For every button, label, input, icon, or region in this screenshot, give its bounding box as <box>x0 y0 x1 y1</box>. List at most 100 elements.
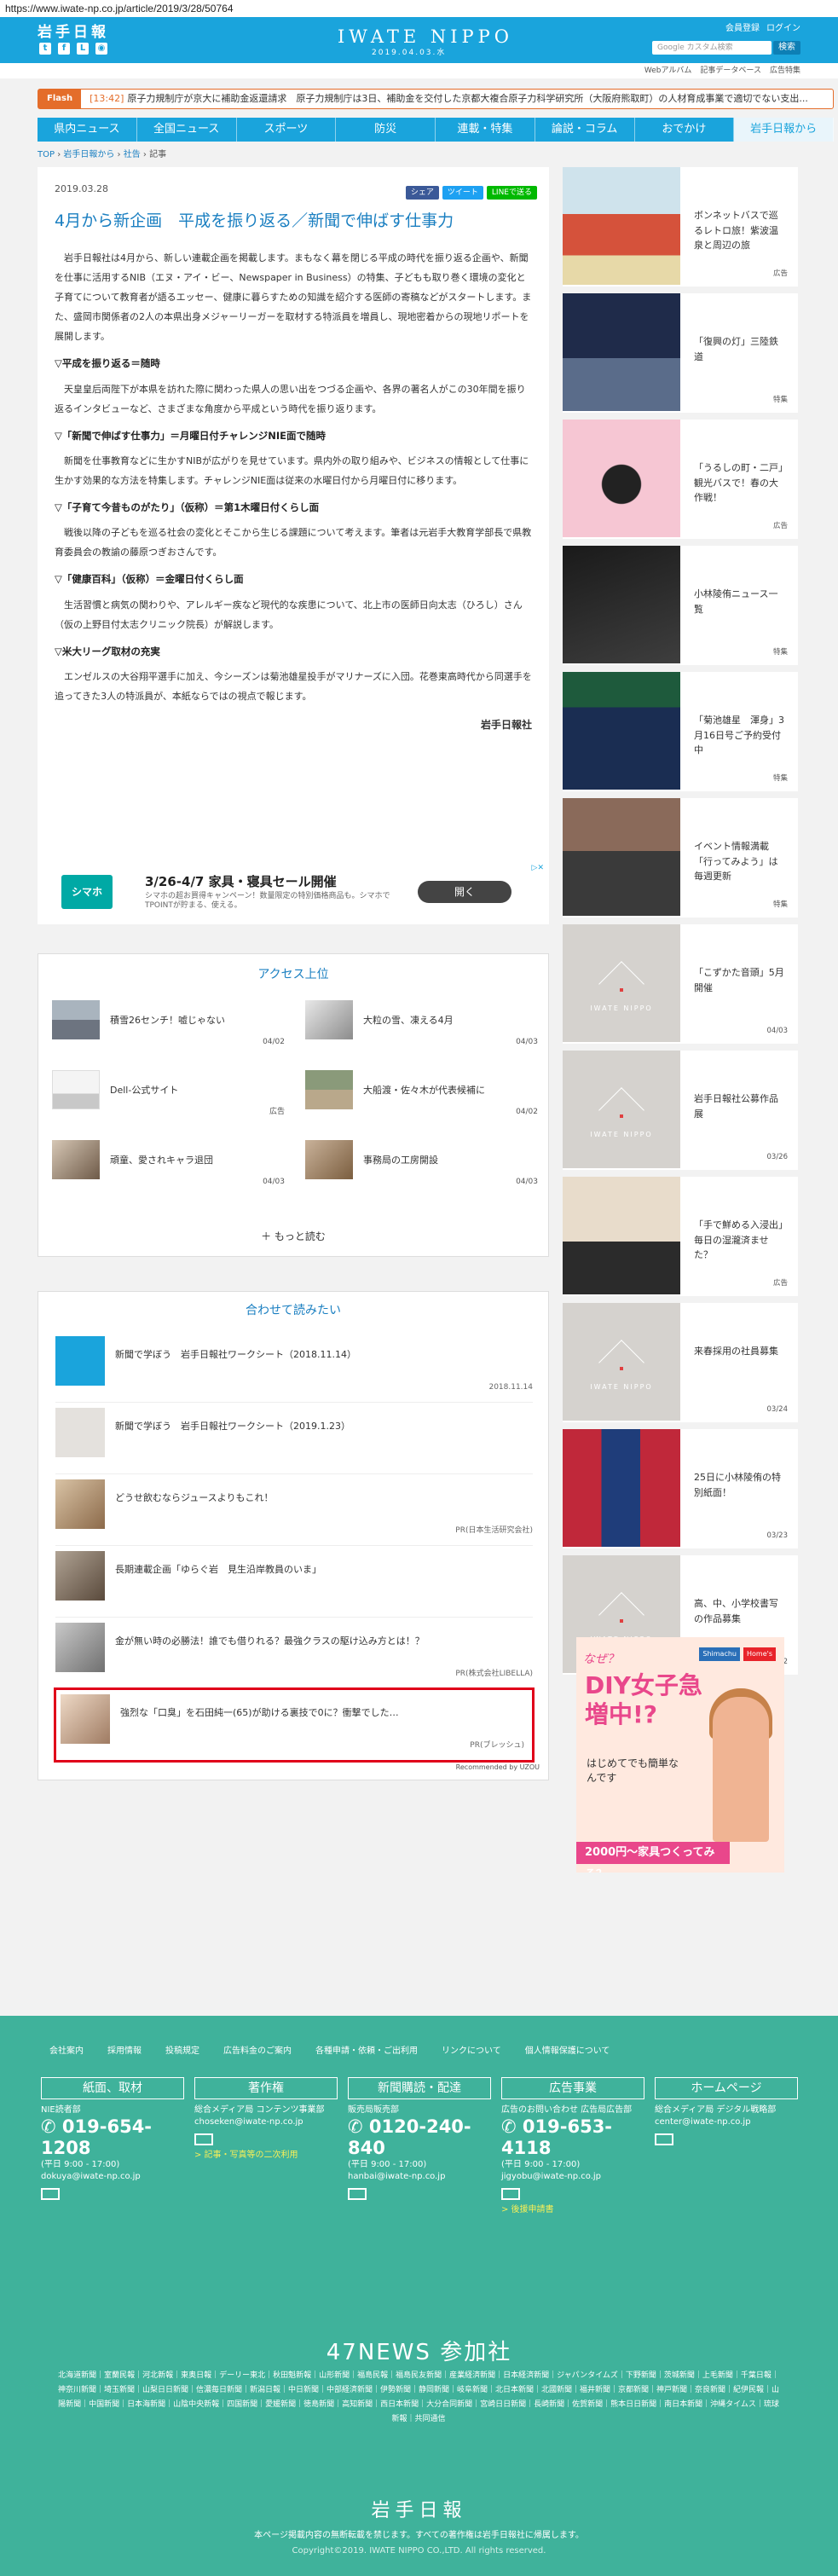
facebook-icon[interactable]: f <box>58 43 70 55</box>
subnav-ad-feature[interactable]: 広告特集 <box>770 66 800 78</box>
sidebar-label[interactable]: 「復興の灯」三陸鉄道 <box>694 334 786 364</box>
ranking-label[interactable]: Dell-公式サイト <box>110 1084 178 1118</box>
ranking-label[interactable]: 大粒の雪、凍える4月 <box>363 1014 454 1048</box>
sidebar-item[interactable]: IWATE NIPPO 岩手日報社公募作品展 03/26 <box>563 1051 798 1170</box>
sidebar-label[interactable]: 「手で鮮める入浸出」毎日の湿瀧済ませた？ <box>694 1218 786 1263</box>
login-link[interactable]: ログイン <box>766 22 800 35</box>
flash-headline[interactable]: 原子力規制庁が京大に補助金返還請求 原子力規制庁は3日、補助金を交付した京都大複… <box>127 93 807 104</box>
ad-headline[interactable]: 3/26-4/7 家具・寝具セール開催 <box>145 872 401 892</box>
ranking-label[interactable]: 積雪26センチ！嘘じゃない <box>110 1014 225 1048</box>
related-item[interactable]: 新聞で学ぼう 岩手日報社ワークシート（2018.11.14） 2018.11.1… <box>55 1331 533 1403</box>
mail-icon[interactable] <box>655 2133 673 2145</box>
subnav-web-album[interactable]: Webアルバム <box>644 66 692 78</box>
breadcrumb-top[interactable]: TOP <box>38 150 55 159</box>
url-bar[interactable]: https://www.iwate-np.co.jp/article/2019/… <box>0 0 838 17</box>
line-share-button[interactable]: LINEで送る <box>486 186 537 200</box>
sidebar-label[interactable]: ボンネットバスで巡るレトロ旅！紫波温泉と周辺の旅 <box>694 208 786 253</box>
nav-column[interactable]: 論説・コラム <box>535 118 635 142</box>
flash-text[interactable]: [13:42] 原子力規制庁が京大に補助金返還請求 原子力規制庁は3日、補助金を交… <box>81 92 823 107</box>
related-item[interactable]: 金が無い時の必勝法！誰でも借りれる？最強クラスの駆け込み方とは！？ PR(株式会… <box>55 1618 533 1689</box>
ranking-item[interactable]: Dell-公式サイト 広告 <box>52 1070 285 1118</box>
footer-link[interactable]: 採用情報 <box>107 2045 142 2058</box>
sidebar-label[interactable]: 「菊池雄星 渾身」3月16日号ご予約受付中 <box>694 713 786 758</box>
twitter-share-button[interactable]: ツイート <box>442 186 483 200</box>
related-item-highlighted[interactable]: 強烈な「口臭」を石田純一(65)が助ける裏技で0に？衝撃でした… PR(ブレッシ… <box>54 1687 535 1763</box>
flash-news-bar[interactable]: Flash [13:42] 原子力規制庁が京大に補助金返還請求 原子力規制庁は3日… <box>38 89 834 109</box>
mail-icon[interactable] <box>41 2188 60 2201</box>
site-logo-jp[interactable]: 岩手日報 <box>38 22 109 44</box>
ranking-thumbnail[interactable] <box>52 1070 100 1109</box>
footer-link[interactable]: 投稿規定 <box>165 2045 199 2058</box>
related-thumbnail[interactable] <box>55 1479 105 1529</box>
mail-icon[interactable] <box>348 2188 367 2201</box>
sidebar-thumbnail[interactable] <box>563 293 680 411</box>
ranking-thumbnail[interactable] <box>305 1070 353 1109</box>
sidebar-label[interactable]: 「うるしの町・二戸」観光バスで！春の大作戦！ <box>694 460 786 506</box>
subnav-database[interactable]: 記事データベース <box>700 66 761 78</box>
sidebar-label[interactable]: 岩手日報社公募作品展 <box>694 1091 786 1121</box>
sidebar-label[interactable]: 25日に小林陵侑の特別紙面！ <box>694 1470 786 1500</box>
footer-link[interactable]: 各種申請・依頼・ご出利用 <box>315 2045 418 2058</box>
footer-email[interactable]: choseken@iwate-np.co.jp <box>194 2116 338 2128</box>
rss-icon[interactable]: ◉ <box>95 43 107 55</box>
ranking-thumbnail[interactable] <box>305 1000 353 1039</box>
ranking-label[interactable]: 大船渡・佐々木が代表候補に <box>363 1084 485 1118</box>
ranking-item[interactable]: 積雪26センチ！嘘じゃない 04/02 <box>52 1000 285 1048</box>
sidebar-item[interactable]: 「手で鮮める入浸出」毎日の湿瀧済ませた？ 広告 <box>563 1177 798 1296</box>
footer-note-link[interactable]: > 後援申請書 <box>501 2204 644 2216</box>
footer-email[interactable]: dokuya@iwate-np.co.jp <box>41 2171 184 2183</box>
ranking-label[interactable]: 頑童、愛されキャラ退団 <box>110 1154 213 1188</box>
footer-note-link[interactable]: > 記事・写真等の二次利用 <box>194 2150 338 2162</box>
ad-logo[interactable]: シマホ <box>61 875 113 909</box>
footer-link[interactable]: 会社案内 <box>49 2045 84 2058</box>
read-more-label[interactable]: もっと読む <box>275 1230 326 1242</box>
sidebar-item[interactable]: 「菊池雄星 渾身」3月16日号ご予約受付中 特集 <box>563 672 798 791</box>
ad-open-button[interactable]: 開く <box>418 881 511 903</box>
sidebar-item[interactable]: 小林陵侑ニュース一覧 特集 <box>563 546 798 665</box>
related-item[interactable]: 長期連載企画「ゆらぐ岩 見生沿岸教員のいま」 <box>55 1546 533 1618</box>
placeholder-logo-icon[interactable]: IWATE NIPPO <box>563 924 680 1042</box>
ranking-item[interactable]: 大粒の雪、凍える4月 04/03 <box>305 1000 538 1048</box>
nav-outing[interactable]: おでかけ <box>635 118 735 142</box>
nav-from-iwate-nippo[interactable]: 岩手日報から <box>734 118 834 142</box>
sidebar-item[interactable]: 25日に小林陵侑の特別紙面！ 03/23 <box>563 1429 798 1548</box>
related-label[interactable]: 新聞で学ぼう 岩手日報社ワークシート（2019.1.23） <box>115 1420 350 1473</box>
diy-headline[interactable]: DIY女子急増中!? <box>585 1671 704 1728</box>
ranking-item[interactable]: 事務局の工房開設 04/03 <box>305 1140 538 1188</box>
related-label[interactable]: どうせ飲むならジュースよりもこれ！ <box>115 1491 273 1545</box>
line-icon[interactable]: L <box>77 43 89 55</box>
footer-email[interactable]: jigyobu@iwate-np.co.jp <box>501 2171 644 2183</box>
placeholder-logo-icon[interactable]: IWATE NIPPO <box>563 1303 680 1421</box>
recommended-by[interactable]: Recommended by UZOU <box>456 1763 540 1773</box>
search-button[interactable]: 検索 <box>773 41 800 55</box>
footer-email[interactable]: hanbai@iwate-np.co.jp <box>348 2171 491 2183</box>
ranking-label[interactable]: 事務局の工房開設 <box>363 1154 438 1188</box>
related-thumbnail[interactable] <box>61 1694 110 1744</box>
ranking-item[interactable]: 頑童、愛されキャラ退団 04/03 <box>52 1140 285 1188</box>
read-more-link[interactable]: ＋ もっと読む <box>38 1229 548 1244</box>
twitter-icon[interactable]: t <box>39 43 51 55</box>
sidebar-item[interactable]: ボンネットバスで巡るレトロ旅！紫波温泉と周辺の旅 広告 <box>563 167 798 287</box>
related-label[interactable]: 強烈な「口臭」を石田純一(65)が助ける裏技で0に？衝撃でした… <box>120 1706 399 1760</box>
ranking-thumbnail[interactable] <box>52 1000 100 1039</box>
sidebar-thumbnail[interactable] <box>563 546 680 663</box>
diy-cta[interactable]: 2000円〜家具つくってみる？ <box>576 1842 730 1873</box>
47news-papers[interactable]: 北海道新聞｜室蘭民報｜河北新報｜東奥日報｜デーリー東北｜秋田魁新報｜山形新聞｜福… <box>56 2369 781 2427</box>
adchoices-icon[interactable]: ▷✕ <box>532 863 544 875</box>
ranking-item[interactable]: 大船渡・佐々木が代表候補に 04/02 <box>305 1070 538 1118</box>
sidebar-item[interactable]: IWATE NIPPO 「こずかた音頭」5月開催 04/03 <box>563 924 798 1044</box>
related-item[interactable]: 新聞で学ぼう 岩手日報社ワークシート（2019.1.23） <box>55 1403 533 1474</box>
sidebar-thumbnail[interactable] <box>563 1177 680 1294</box>
sidebar-thumbnail[interactable] <box>563 1429 680 1547</box>
sidebar-label[interactable]: 小林陵侑ニュース一覧 <box>694 587 786 617</box>
sidebar-item[interactable]: IWATE NIPPO 来春採用の社員募集 03/24 <box>563 1303 798 1422</box>
nav-national-news[interactable]: 全国ニュース <box>137 118 237 142</box>
ranking-thumbnail[interactable] <box>305 1140 353 1179</box>
sidebar-label[interactable]: 高、中、小学校書写の作品募集 <box>694 1596 786 1626</box>
related-thumbnail[interactable] <box>55 1623 105 1672</box>
diy-ad-banner[interactable]: Shimachu Home's なぜ？ DIY女子急増中!? はじめてでも簡単な… <box>576 1637 784 1873</box>
sidebar-label[interactable]: 来春採用の社員募集 <box>694 1344 786 1359</box>
sidebar-thumbnail[interactable] <box>563 167 680 285</box>
nav-series[interactable]: 連載・特集 <box>436 118 535 142</box>
related-label[interactable]: 長期連載企画「ゆらぐ岩 見生沿岸教員のいま」 <box>115 1563 321 1617</box>
